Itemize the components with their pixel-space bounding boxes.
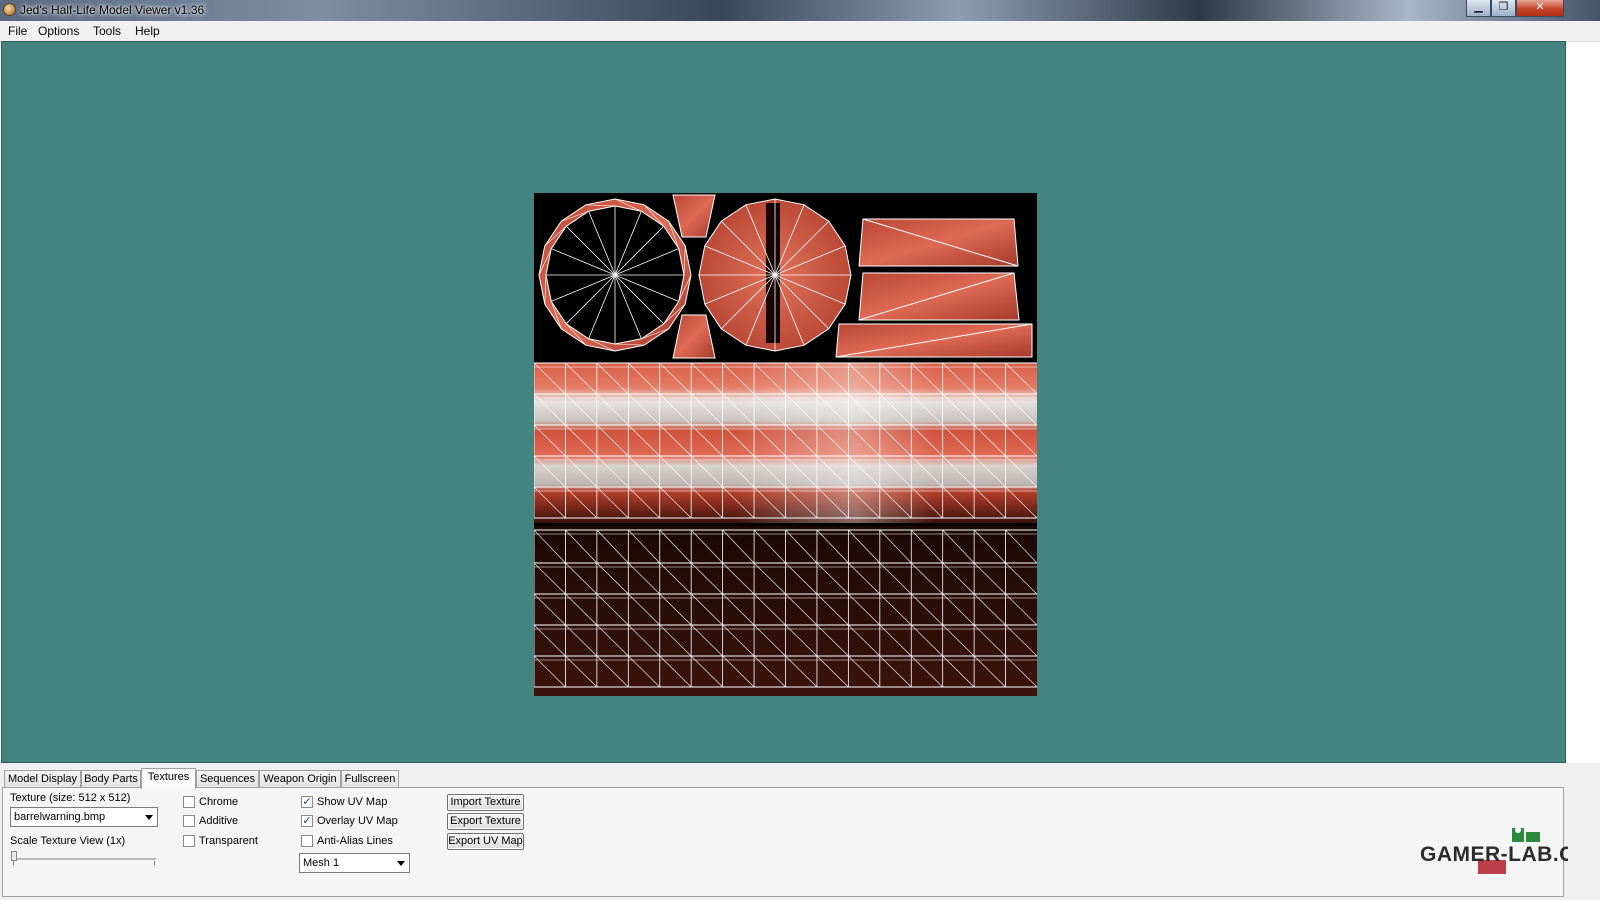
- scale-texture-label: Scale Texture View (1x): [10, 835, 126, 847]
- import-texture-button[interactable]: Import Texture: [447, 794, 524, 811]
- show-uv-map-label[interactable]: Show UV Map: [317, 796, 387, 808]
- transparent-checkbox[interactable]: [183, 835, 195, 847]
- textures-tab-panel: Texture (size: 512 x 512) barrelwarning.…: [2, 787, 1564, 897]
- menu-tools[interactable]: Tools: [93, 24, 121, 38]
- window-title: Jed's Half-Life Model Viewer v1.36: [20, 3, 205, 17]
- menu-file[interactable]: File: [8, 24, 27, 38]
- additive-checkbox[interactable]: [183, 815, 195, 827]
- chrome-label[interactable]: Chrome: [199, 796, 238, 808]
- mesh-select-value: Mesh 1: [303, 857, 340, 869]
- menu-options[interactable]: Options: [38, 24, 79, 38]
- minimize-button[interactable]: ▁: [1466, 0, 1491, 17]
- maximize-button[interactable]: ❐: [1491, 0, 1516, 17]
- export-uv-map-button[interactable]: Export UV Map: [447, 833, 524, 850]
- app-icon: [3, 3, 16, 16]
- texture-size-label: Texture (size: 512 x 512): [10, 792, 131, 804]
- disc-island: [698, 198, 852, 352]
- transparent-label[interactable]: Transparent: [199, 835, 258, 847]
- additive-label[interactable]: Additive: [199, 815, 238, 827]
- anti-alias-lines-label[interactable]: Anti-Alias Lines: [317, 835, 393, 847]
- show-uv-map-checkbox[interactable]: ✓: [301, 796, 313, 808]
- tab-model-display[interactable]: Model Display: [4, 770, 81, 788]
- menu-bar: File Options Tools Help: [0, 21, 1600, 42]
- tab-body-parts[interactable]: Body Parts: [81, 770, 141, 788]
- title-bar: Jed's Half-Life Model Viewer v1.36 ▁ ❐ ✕: [0, 0, 1600, 21]
- scale-slider-thumb[interactable]: [11, 851, 17, 861]
- control-panel: Model Display Body Parts Textures Sequen…: [0, 763, 1600, 900]
- mesh-select[interactable]: Mesh 1: [299, 853, 410, 873]
- texture-select-value: barrelwarning.bmp: [14, 811, 106, 823]
- close-button[interactable]: ✕: [1516, 0, 1564, 17]
- texture-uv-preview: [534, 193, 1037, 696]
- texture-select[interactable]: barrelwarning.bmp: [10, 807, 158, 827]
- chevron-down-icon: [145, 815, 153, 820]
- slider-tick: [154, 861, 155, 865]
- tab-fullscreen[interactable]: Fullscreen: [341, 770, 399, 788]
- watermark-text: GAMER-LAB.COM: [1420, 843, 1568, 866]
- tab-sequences[interactable]: Sequences: [196, 770, 259, 788]
- gamer-lab-watermark: GAMER-LAB.COM: [1420, 827, 1568, 874]
- menu-help[interactable]: Help: [135, 24, 160, 38]
- ring-island: [538, 198, 692, 352]
- tab-weapon-origin[interactable]: Weapon Origin: [259, 770, 341, 788]
- anti-alias-lines-checkbox[interactable]: [301, 835, 313, 847]
- scale-slider-track[interactable]: [13, 858, 156, 860]
- tab-textures[interactable]: Textures: [141, 768, 196, 789]
- slider-tick: [13, 861, 14, 865]
- chrome-checkbox[interactable]: [183, 796, 195, 808]
- export-texture-button[interactable]: Export Texture: [447, 813, 524, 830]
- texture-viewport[interactable]: [1, 41, 1566, 763]
- chevron-down-icon: [397, 861, 405, 866]
- overlay-uv-map-label[interactable]: Overlay UV Map: [317, 815, 398, 827]
- overlay-uv-map-checkbox[interactable]: ✓: [301, 815, 313, 827]
